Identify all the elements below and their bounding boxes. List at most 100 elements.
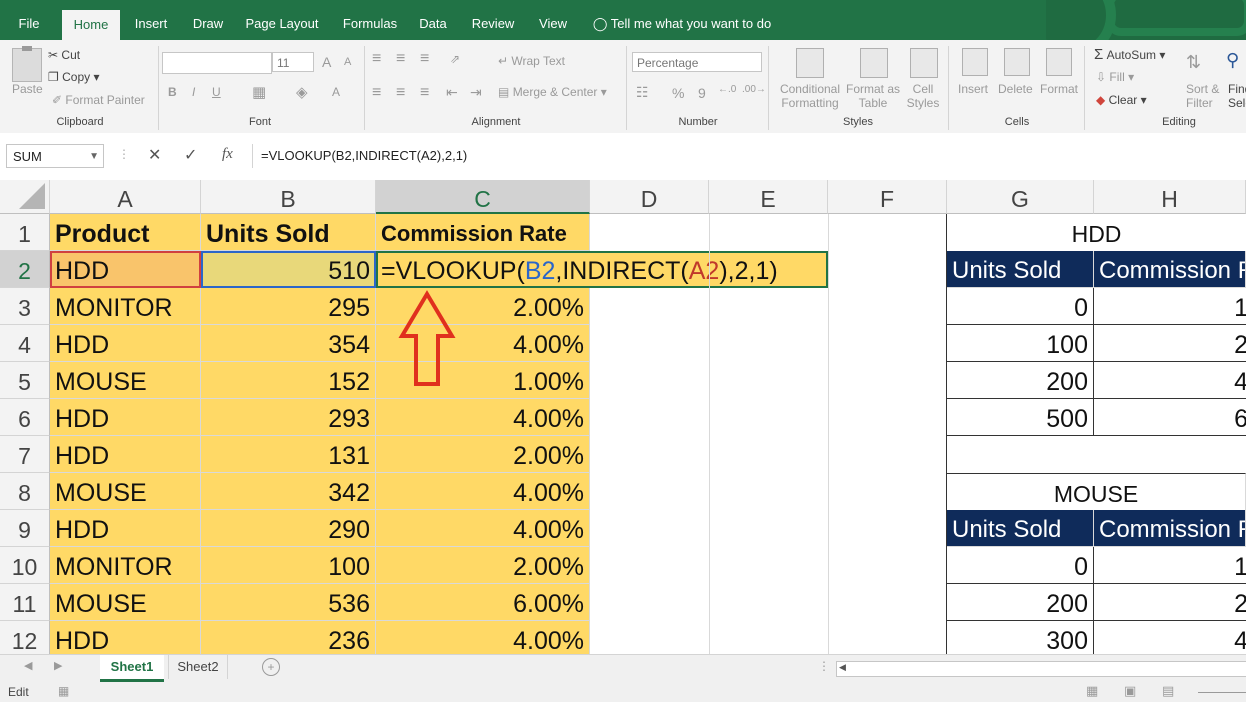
decrease-decimal-icon[interactable]: .00→ [742,84,766,95]
row-header-7[interactable]: 7 [0,436,50,473]
align-top-icon[interactable]: ≡ [372,50,381,68]
cell-b2[interactable]: 510 [201,251,376,288]
format-painter-button[interactable]: ✐ Format Painter [52,93,145,107]
insert-function-icon[interactable]: fx [222,146,233,163]
lookup-mouse-header-rate[interactable]: Commission R [1094,510,1246,547]
cell-a2[interactable]: HDD [50,251,201,288]
lookup-mouse-rate-2[interactable]: 2 [1094,584,1246,621]
lookup-mouse-title[interactable]: MOUSE [947,473,1246,510]
cell-a1[interactable]: Product [50,214,201,251]
sheet-tab-2[interactable]: Sheet2 [168,655,228,679]
name-box[interactable]: SUM ▼ [6,144,104,168]
lookup-hdd-header-rate[interactable]: Commission R [1094,251,1246,288]
macro-record-icon[interactable]: ▦ [58,684,69,698]
cell-b1[interactable]: Units Sold [201,214,376,251]
lookup-hdd-rate-3[interactable]: 4 [1094,362,1246,399]
row-header-1[interactable]: 1 [0,214,50,251]
cell-b9[interactable]: 290 [201,510,376,547]
lookup-hdd-title[interactable]: HDD [947,214,1246,251]
copy-button[interactable]: ❐ Copy ▾ [48,70,99,84]
lookup-hdd-header-units[interactable]: Units Sold [947,251,1094,288]
scroll-right-icon[interactable]: ▶ [54,659,62,672]
cell-c11[interactable]: 6.00% [376,584,590,621]
insert-button[interactable]: Insert [958,82,988,96]
cell-a3[interactable]: MONITOR [50,288,201,325]
lookup-hdd-rate-2[interactable]: 2 [1094,325,1246,362]
cell-a8[interactable]: MOUSE [50,473,201,510]
lookup-hdd-units-4[interactable]: 500 [947,399,1094,436]
lookup-hdd-units-2[interactable]: 100 [947,325,1094,362]
align-right-icon[interactable]: ≡ [420,84,429,102]
lookup-hdd-units-3[interactable]: 200 [947,362,1094,399]
tab-home[interactable]: Home [62,10,120,40]
lookup-mouse-units-2[interactable]: 200 [947,584,1094,621]
cell-b12[interactable]: 236 [201,621,376,654]
cell-c6[interactable]: 4.00% [376,399,590,436]
lookup-mouse-units-3[interactable]: 300 [947,621,1094,654]
tell-me-box[interactable]: ◯ Tell me what you want to do [592,0,772,40]
merge-center-button[interactable]: ▤ Merge & Center ▾ [498,85,607,99]
tab-formulas[interactable]: Formulas [334,0,406,40]
column-header-e[interactable]: E [709,180,828,214]
row-header-4[interactable]: 4 [0,325,50,362]
tab-insert[interactable]: Insert [126,0,176,40]
conditional-formatting-button[interactable]: Conditional Formatting [778,82,842,110]
row-header-12[interactable]: 12 [0,621,50,654]
row-header-10[interactable]: 10 [0,547,50,584]
column-header-d[interactable]: D [590,180,709,214]
row-header-3[interactable]: 3 [0,288,50,325]
lookup-hdd-rate-1[interactable]: 1 [1094,288,1246,325]
cell-a9[interactable]: HDD [50,510,201,547]
font-size-select[interactable]: 11 [272,52,314,72]
cell-a11[interactable]: MOUSE [50,584,201,621]
lookup-hdd-units-1[interactable]: 0 [947,288,1094,325]
enter-check-icon[interactable]: ✓ [184,145,197,165]
cell-c9[interactable]: 4.00% [376,510,590,547]
cell-b10[interactable]: 100 [201,547,376,584]
tab-file[interactable]: File [8,0,50,40]
lookup-mouse-rate-3[interactable]: 4 [1094,621,1246,654]
cell-a5[interactable]: MOUSE [50,362,201,399]
row-header-5[interactable]: 5 [0,362,50,399]
align-left-icon[interactable]: ≡ [372,84,381,102]
autosum-button[interactable]: Σ AutoSum ▾ [1094,46,1165,63]
horizontal-scrollbar[interactable]: ◀ [836,661,1246,677]
lookup-mouse-header-units[interactable]: Units Sold [947,510,1094,547]
row-header-11[interactable]: 11 [0,584,50,621]
cell-a7[interactable]: HDD [50,436,201,473]
comma-button[interactable]: 9 [698,85,706,101]
sort-filter-button[interactable]: Sort & Filter [1186,82,1219,110]
column-header-g[interactable]: G [947,180,1094,214]
fill-color-icon[interactable]: ◈ [296,83,308,101]
wrap-text-button[interactable]: ↵ Wrap Text [498,54,565,68]
tab-draw[interactable]: Draw [184,0,232,40]
lookup-mouse-rate-1[interactable]: 1 [1094,547,1246,584]
zoom-slider[interactable] [1198,692,1246,693]
cell-b5[interactable]: 152 [201,362,376,399]
increase-indent-icon[interactable]: ⇥ [470,84,482,101]
format-button[interactable]: Format [1040,82,1078,96]
column-header-f[interactable]: F [828,180,947,214]
column-header-h[interactable]: H [1094,180,1246,214]
cell-c7[interactable]: 2.00% [376,436,590,473]
cell-b3[interactable]: 295 [201,288,376,325]
orientation-icon[interactable]: ⇗ [450,52,460,66]
cell-b8[interactable]: 342 [201,473,376,510]
paste-icon[interactable] [12,46,42,82]
currency-icon[interactable]: ☷ [636,84,649,101]
align-bottom-icon[interactable]: ≡ [420,50,429,68]
bold-button[interactable]: B [168,85,177,99]
cell-b7[interactable]: 131 [201,436,376,473]
decrease-indent-icon[interactable]: ⇤ [446,84,458,101]
lookup-hdd-rate-4[interactable]: 6 [1094,399,1246,436]
cell-c12[interactable]: 4.00% [376,621,590,654]
underline-button[interactable]: U [212,85,221,99]
grow-font-button[interactable]: A [322,54,331,70]
lookup-mouse-units-1[interactable]: 0 [947,547,1094,584]
borders-icon[interactable]: ▦ [252,83,266,101]
cell-c2-editor[interactable]: =VLOOKUP(B2,INDIRECT(A2),2,1) [376,251,828,288]
row-header-9[interactable]: 9 [0,510,50,547]
cell-b6[interactable]: 293 [201,399,376,436]
select-all-corner[interactable] [0,180,50,214]
cell-c1[interactable]: Commission Rate [376,214,590,251]
